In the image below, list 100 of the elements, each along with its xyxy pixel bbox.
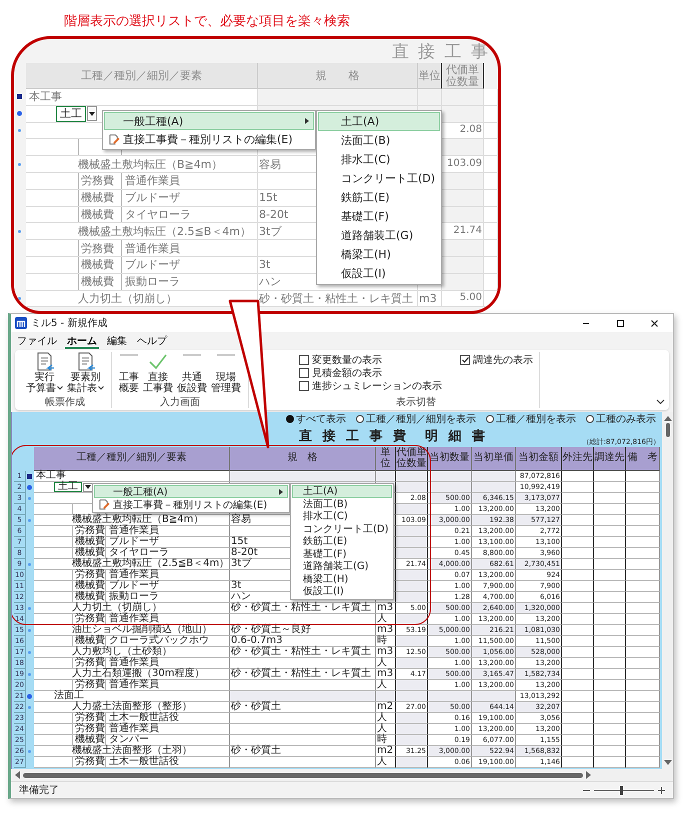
scroll-up-icon[interactable] xyxy=(664,415,672,421)
dot-marker-icon xyxy=(28,650,31,654)
unit-quantity: 5.00 xyxy=(442,290,484,308)
empty-cell xyxy=(626,471,660,482)
checkbox-option[interactable]: 進捗シュミレーションの表示 xyxy=(299,379,442,392)
shaded-cell xyxy=(442,256,484,274)
empty-cell xyxy=(562,570,594,581)
menu-item[interactable]: 直接工事費－種別リストの編集(E) xyxy=(104,130,314,148)
radio-option[interactable]: すべて表示 xyxy=(286,413,346,425)
empty-cell xyxy=(594,757,626,768)
dot-marker-icon xyxy=(18,230,21,233)
item-name: 普通作業員 xyxy=(125,242,180,254)
ribbon-button[interactable]: 要素別 集計表 xyxy=(66,352,105,394)
dot-marker-icon xyxy=(28,562,31,566)
scroll-left-icon[interactable] xyxy=(15,771,20,779)
input-field[interactable]: 土工 xyxy=(56,106,86,122)
shaded-cell xyxy=(396,680,428,691)
radio-button[interactable] xyxy=(286,415,294,423)
item-name: 機械盛土敷均転圧（B≧4m） xyxy=(72,515,204,525)
empty-cell xyxy=(626,669,660,680)
horizontal-scrollbar[interactable] xyxy=(11,769,673,781)
empty-cell xyxy=(626,735,660,746)
cost-type: 労務費 xyxy=(72,713,106,723)
collapse-chevron-icon[interactable] xyxy=(656,399,665,405)
shaded-cell xyxy=(396,691,428,702)
scroll-down-icon[interactable] xyxy=(664,760,672,766)
item-name: 振動ローラ xyxy=(125,276,180,288)
menu-tab[interactable]: 編集 xyxy=(105,334,129,349)
zoom-in-icon[interactable] xyxy=(658,786,665,794)
empty-cell xyxy=(626,482,660,493)
checkbox-option[interactable]: 変更数量の表示 xyxy=(299,353,442,366)
dash-icon xyxy=(182,354,202,356)
scroll-thumb[interactable] xyxy=(23,772,583,778)
item-name: ブルドーザ xyxy=(125,192,180,204)
scroll-right-icon[interactable] xyxy=(586,771,591,779)
ribbon-button[interactable]: 実行 予算書 xyxy=(25,352,64,394)
dash-icon xyxy=(216,354,236,356)
dot-marker-icon xyxy=(28,628,31,632)
column-header: 規 格 xyxy=(230,447,376,471)
dropdown-button[interactable] xyxy=(83,482,93,492)
shaded-cell xyxy=(396,537,428,548)
item-name: 普通作業員 xyxy=(109,680,159,690)
ribbon-button[interactable]: 共通 仮設費 xyxy=(176,352,208,394)
checkbox-option[interactable]: 見積金額の表示 xyxy=(299,366,442,379)
input-field[interactable]: 土工 xyxy=(54,482,82,492)
menu-tab[interactable]: ファイル xyxy=(15,334,59,349)
radio-button[interactable] xyxy=(356,415,364,423)
dash-icon xyxy=(119,354,139,356)
menu-item[interactable]: 法面工(B) xyxy=(318,131,440,150)
menu-item[interactable]: 一般工種(A) xyxy=(104,112,314,130)
unit: m3 xyxy=(376,603,396,614)
cost-type: 労務費 xyxy=(72,724,106,734)
empty-cell xyxy=(562,658,594,669)
empty-cell xyxy=(594,680,626,691)
shaded-cell xyxy=(442,274,484,291)
empty-cell xyxy=(626,504,660,515)
menu-item[interactable]: 一般工種(A) xyxy=(94,485,288,498)
radio-option[interactable]: 工種のみ表示 xyxy=(586,413,656,425)
radio-option[interactable]: 工種／種別を表示 xyxy=(486,413,576,425)
radio-button[interactable] xyxy=(586,415,594,423)
empty-cell xyxy=(594,493,626,504)
edit-icon xyxy=(98,499,110,510)
checkbox-option[interactable]: 調達先の表示 xyxy=(460,353,533,366)
empty-cell xyxy=(626,592,660,603)
scroll-thumb[interactable] xyxy=(666,423,670,437)
radio-button[interactable] xyxy=(486,415,494,423)
dot-marker-icon xyxy=(28,672,31,676)
shaded-cell xyxy=(396,658,428,669)
unit: m2 xyxy=(376,746,396,757)
square-marker-icon xyxy=(27,474,32,478)
item-name: 機械盛土敷均転圧（2.5≦B＜4m） xyxy=(78,226,251,237)
empty-cell xyxy=(626,603,660,614)
empty-cell xyxy=(594,724,626,735)
empty-cell xyxy=(594,526,626,537)
dropdown-button[interactable] xyxy=(87,106,97,122)
menu-item[interactable]: 直接工事費－種別リストの編集(E) xyxy=(94,498,288,511)
specification: 砂・砂質土 xyxy=(230,702,376,713)
specification: 砂・砂質土・粘性土・レキ質土 xyxy=(230,647,376,658)
empty-cell xyxy=(626,559,660,570)
menu-tab[interactable]: ヘルプ xyxy=(135,334,169,349)
submenu-arrow-icon xyxy=(279,488,283,494)
radio-option[interactable]: 工種／種別／細別を表示 xyxy=(356,413,476,425)
menu-item[interactable]: 土工(A) xyxy=(292,485,392,498)
item-name: 土木一般世話役 xyxy=(109,713,179,723)
menu-item[interactable]: 法面工(B) xyxy=(292,498,392,510)
app-logo-icon xyxy=(15,317,27,329)
cost-type: 労務費 xyxy=(78,172,122,189)
cost-type: 労務費 xyxy=(72,526,106,536)
empty-cell xyxy=(484,89,498,106)
ribbon-button[interactable]: 現場 管理費 xyxy=(210,352,242,394)
specification: 砂・砂質土 xyxy=(230,746,376,757)
cost-type: 労務費 xyxy=(72,570,106,580)
empty-cell xyxy=(562,482,594,493)
vertical-scrollbar[interactable] xyxy=(662,412,673,769)
slider-thumb[interactable] xyxy=(620,786,623,794)
empty-cell xyxy=(594,570,626,581)
ribbon-button[interactable]: 直接 工事費 xyxy=(142,352,174,394)
ribbon-button[interactable]: 工事 概要 xyxy=(118,352,140,394)
menu-item[interactable]: 土工(A) xyxy=(318,112,440,131)
empty-cell xyxy=(594,592,626,603)
